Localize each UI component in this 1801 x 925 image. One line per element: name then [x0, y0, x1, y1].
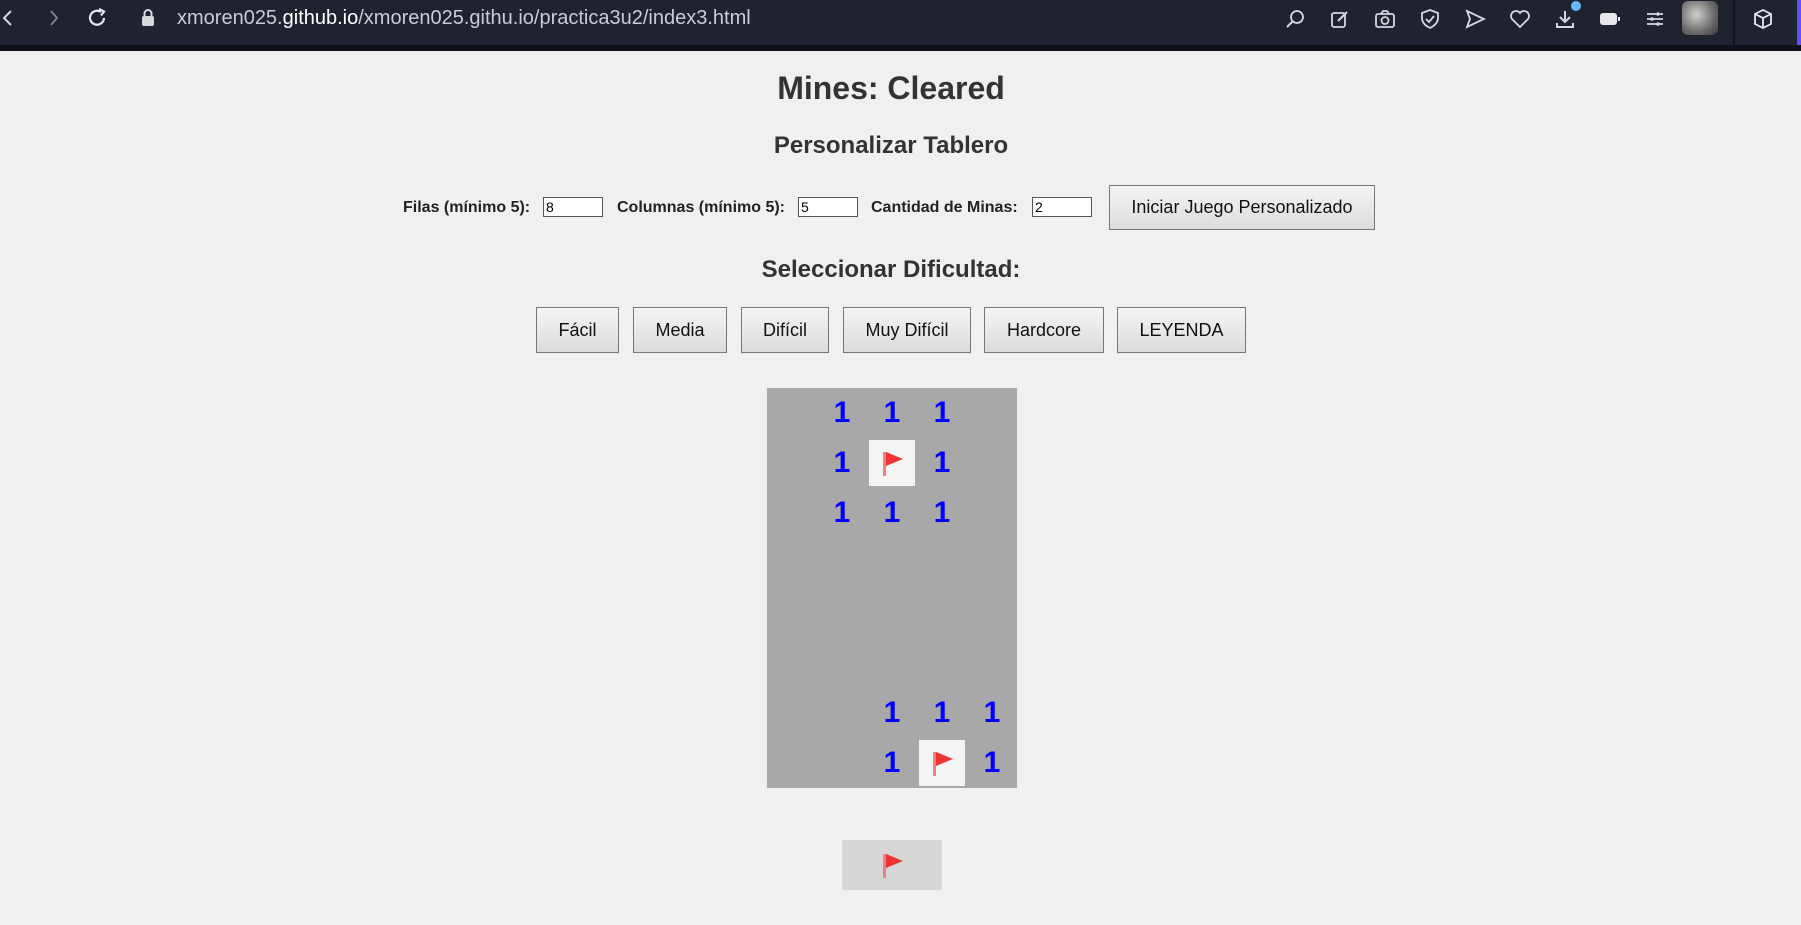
extensions-cube-icon[interactable]: [1750, 6, 1776, 32]
legend-button[interactable]: LEYENDA: [1117, 307, 1246, 353]
board-cell-empty[interactable]: [767, 438, 817, 488]
board-cell-empty[interactable]: [967, 588, 1017, 638]
cols-input[interactable]: [798, 197, 858, 217]
cols-label: Columnas (mínimo 5):: [617, 199, 786, 216]
custom-board-heading: Personalizar Tablero: [773, 132, 1009, 159]
mines-label: Cantidad de Minas:: [871, 199, 1018, 216]
mines-input[interactable]: [1032, 197, 1092, 217]
board-cell-empty[interactable]: [917, 538, 967, 588]
board-cell-number[interactable]: 1: [867, 688, 917, 738]
board-cell-empty[interactable]: [867, 588, 917, 638]
back-icon[interactable]: [0, 0, 14, 36]
board-cell-number[interactable]: 1: [867, 488, 917, 538]
medium-button[interactable]: Media: [633, 307, 727, 353]
hardcore-button[interactable]: Hardcore: [984, 307, 1104, 353]
board-cell-number[interactable]: 1: [917, 488, 967, 538]
board-cell-empty[interactable]: [767, 738, 817, 788]
board-cell-number[interactable]: 1: [917, 388, 967, 438]
minesweeper-board: 1111111111111: [767, 388, 1017, 788]
board-cell-empty[interactable]: [867, 538, 917, 588]
heart-icon[interactable]: [1507, 6, 1533, 32]
board-cell-number[interactable]: 1: [917, 688, 967, 738]
flag-icon: [883, 452, 903, 476]
board-cell-empty[interactable]: [917, 588, 967, 638]
forward-icon[interactable]: [44, 0, 64, 36]
sliders-icon[interactable]: [1642, 6, 1668, 32]
reload-icon[interactable]: [84, 0, 110, 36]
flag-icon: [933, 752, 953, 776]
board-cell-flagged[interactable]: [867, 438, 917, 488]
flag-mode-button[interactable]: [842, 840, 942, 890]
board-cell-empty[interactable]: [967, 488, 1017, 538]
easy-button[interactable]: Fácil: [536, 307, 619, 353]
zoom-search-icon[interactable]: [1282, 6, 1308, 32]
profile-avatar[interactable]: [1682, 1, 1718, 35]
board-cell-empty[interactable]: [967, 388, 1017, 438]
board-cell-empty[interactable]: [767, 488, 817, 538]
rows-label: Filas (mínimo 5):: [403, 199, 531, 216]
board-cell-number[interactable]: 1: [817, 438, 867, 488]
window-accent: [1797, 0, 1801, 45]
difficulty-heading: Seleccionar Dificultad:: [761, 256, 1021, 283]
very-hard-button[interactable]: Muy Difícil: [843, 307, 971, 353]
toolbar-separator: [1733, 0, 1735, 45]
edit-icon[interactable]: [1327, 6, 1353, 32]
board-cell-number[interactable]: 1: [967, 738, 1017, 788]
board-cell-empty[interactable]: [967, 638, 1017, 688]
board-cell-empty[interactable]: [817, 638, 867, 688]
board-cell-number[interactable]: 1: [917, 438, 967, 488]
board-cell-empty[interactable]: [767, 388, 817, 438]
hard-button[interactable]: Difícil: [741, 307, 829, 353]
board-cell-number[interactable]: 1: [817, 488, 867, 538]
board-cell-empty[interactable]: [817, 588, 867, 638]
board-cell-number[interactable]: 1: [967, 688, 1017, 738]
board-cell-empty[interactable]: [767, 588, 817, 638]
board-cell-empty[interactable]: [767, 538, 817, 588]
board-cell-empty[interactable]: [967, 538, 1017, 588]
browser-toolbar: xmoren025.github.io/xmoren025.githu.io/p…: [0, 0, 1801, 51]
rows-input[interactable]: [543, 197, 603, 217]
page-title: Mines: Cleared: [777, 70, 1005, 106]
battery-icon[interactable]: [1597, 6, 1623, 32]
board-cell-number[interactable]: 1: [867, 738, 917, 788]
start-custom-game-button[interactable]: Iniciar Juego Personalizado: [1109, 185, 1375, 230]
board-cell-empty[interactable]: [817, 538, 867, 588]
flag-icon: [883, 854, 903, 878]
board-cell-empty[interactable]: [767, 638, 817, 688]
board-cell-flagged[interactable]: [917, 738, 967, 788]
board-cell-empty[interactable]: [967, 438, 1017, 488]
board-cell-number[interactable]: 1: [867, 388, 917, 438]
shield-icon[interactable]: [1417, 6, 1443, 32]
url-domain: github.io: [282, 7, 359, 29]
url-prefix: xmoren025.: [177, 7, 283, 29]
toolbar-bottom-border: [0, 45, 1801, 51]
board-cell-empty[interactable]: [817, 738, 867, 788]
lock-icon[interactable]: [138, 0, 158, 36]
board-cell-number[interactable]: 1: [817, 388, 867, 438]
board-cell-empty[interactable]: [817, 688, 867, 738]
notification-dot: [1571, 1, 1581, 11]
camera-icon[interactable]: [1372, 6, 1398, 32]
address-bar[interactable]: xmoren025.github.io/xmoren025.githu.io/p…: [177, 5, 751, 31]
send-icon[interactable]: [1462, 6, 1488, 32]
url-path: /xmoren025.githu.io/practica3u2/index3.h…: [358, 7, 751, 29]
board-cell-empty[interactable]: [767, 688, 817, 738]
board-cell-empty[interactable]: [867, 638, 917, 688]
board-cell-empty[interactable]: [917, 638, 967, 688]
